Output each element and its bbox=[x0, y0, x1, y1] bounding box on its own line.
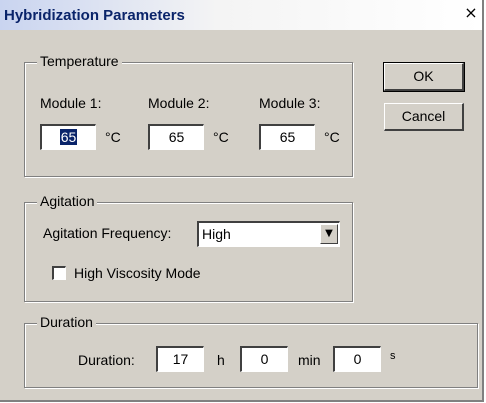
title-bar[interactable]: Hybridization Parameters × bbox=[0, 0, 482, 30]
module-3-unit: °C bbox=[324, 129, 340, 145]
high-viscosity-label[interactable]: High Viscosity Mode bbox=[74, 265, 201, 281]
agitation-group: Agitation bbox=[24, 193, 353, 302]
duration-label: Duration: bbox=[78, 352, 135, 368]
agitation-legend: Agitation bbox=[37, 193, 98, 209]
module-3-input[interactable]: 65 bbox=[259, 124, 315, 150]
module-2-input[interactable]: 65 bbox=[148, 124, 204, 150]
cancel-button[interactable]: Cancel bbox=[384, 103, 464, 131]
module-1-unit: °C bbox=[105, 129, 121, 145]
module-2-unit: °C bbox=[213, 129, 229, 145]
module-1-input[interactable]: 65 bbox=[40, 124, 96, 150]
agitation-frequency-value: High bbox=[202, 226, 231, 242]
temperature-group: Temperature bbox=[24, 53, 353, 177]
hours-unit: h bbox=[217, 352, 225, 368]
agitation-frequency-select[interactable]: High ▼ bbox=[197, 221, 340, 247]
agitation-frequency-label: Agitation Frequency: bbox=[43, 225, 172, 241]
minutes-unit: min bbox=[298, 352, 321, 368]
window-title: Hybridization Parameters bbox=[4, 7, 185, 24]
module-1-value: 65 bbox=[59, 129, 78, 145]
hybridization-dialog: Hybridization Parameters × Temperature M… bbox=[0, 0, 484, 402]
chevron-down-icon[interactable]: ▼ bbox=[320, 224, 338, 244]
hours-input[interactable]: 17 bbox=[156, 346, 204, 372]
duration-legend: Duration bbox=[37, 314, 96, 330]
module-3-label: Module 3: bbox=[259, 95, 321, 111]
seconds-unit: s bbox=[390, 350, 396, 362]
close-icon[interactable]: × bbox=[462, 4, 480, 22]
seconds-input[interactable]: 0 bbox=[333, 346, 381, 372]
ok-button[interactable]: OK bbox=[383, 62, 465, 92]
high-viscosity-checkbox[interactable] bbox=[52, 266, 66, 280]
minutes-input[interactable]: 0 bbox=[240, 346, 288, 372]
module-2-label: Module 2: bbox=[148, 95, 210, 111]
temperature-legend: Temperature bbox=[37, 53, 122, 69]
module-1-label: Module 1: bbox=[40, 95, 102, 111]
